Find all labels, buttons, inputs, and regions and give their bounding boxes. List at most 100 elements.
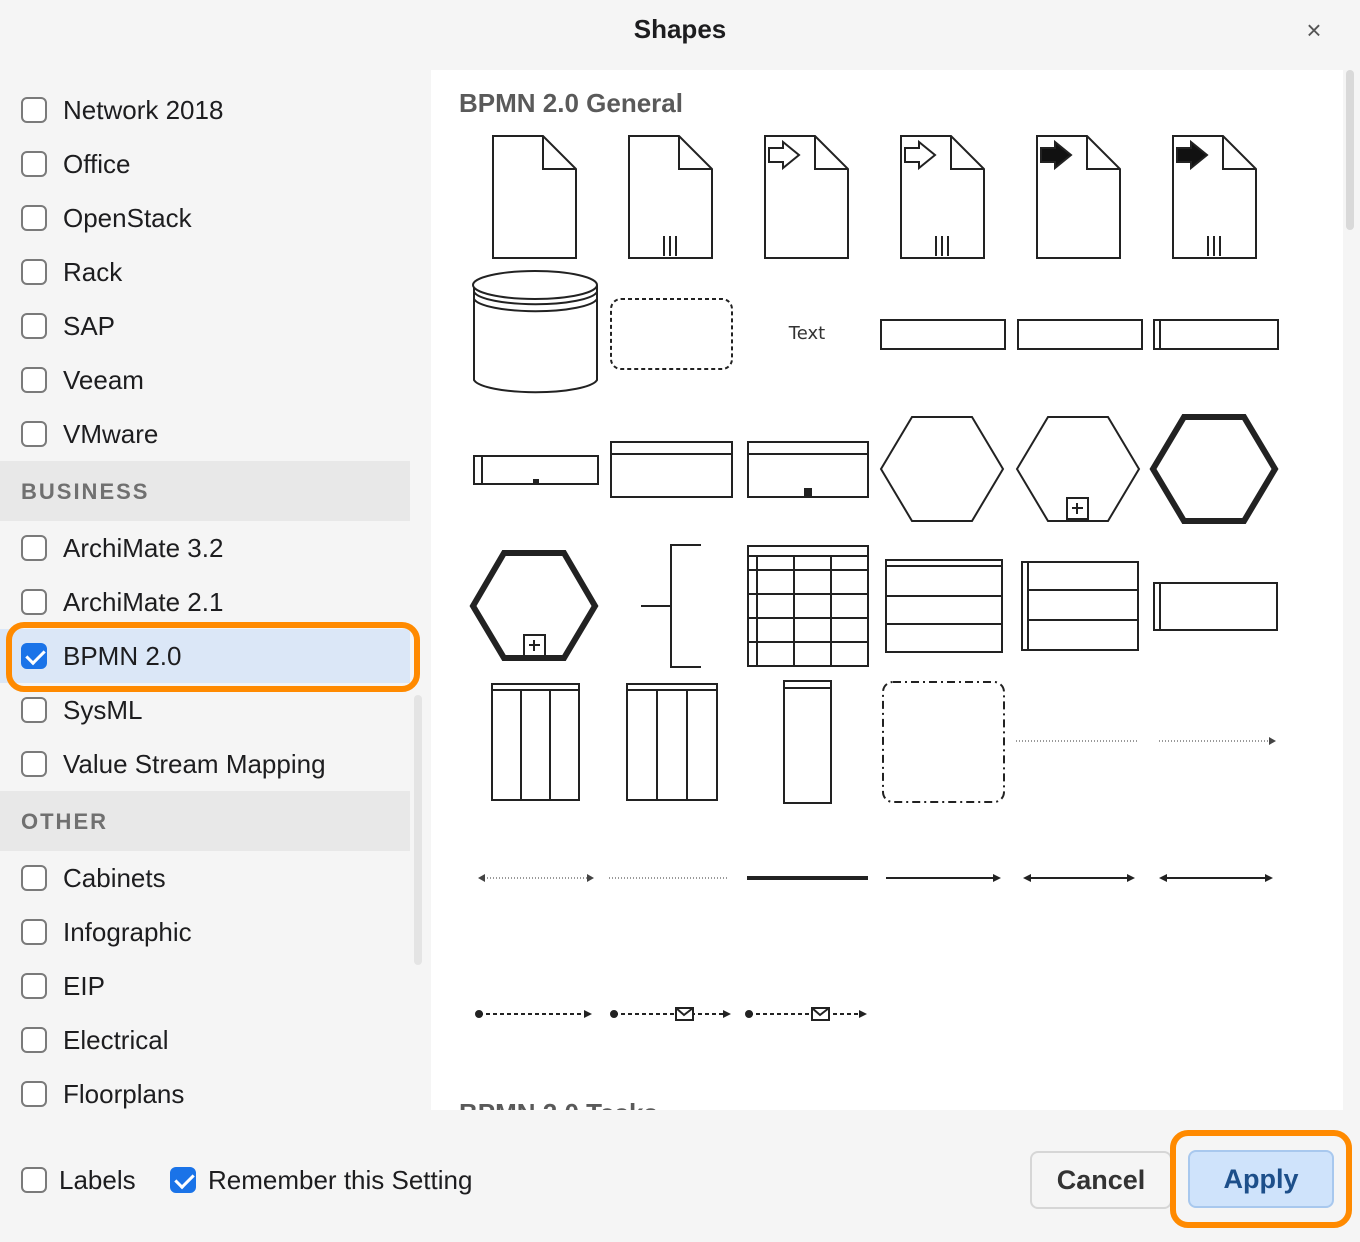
checkbox[interactable]	[21, 535, 47, 561]
library-item-veeam[interactable]: Veeam	[0, 353, 410, 407]
library-item-vmware[interactable]: VMware	[0, 407, 410, 461]
library-item-label: Veeam	[63, 364, 144, 395]
library-item-cabinets[interactable]: Cabinets	[0, 851, 410, 905]
call-conversation-shape	[1149, 414, 1279, 524]
horizontal-swimlanes-shape-2	[1021, 561, 1139, 651]
labels-checkbox-label: Labels	[59, 1165, 136, 1195]
lane-shape-2	[1017, 319, 1143, 350]
vertical-swimlanes-shape	[491, 683, 580, 801]
library-item-label: VMware	[63, 418, 159, 449]
library-item-label: Rack	[63, 256, 123, 287]
library-item-label: Network 2018	[63, 94, 224, 125]
library-item-infographic[interactable]: Infographic	[0, 905, 410, 959]
library-item-label: SAP	[63, 310, 116, 341]
library-item-archimate-2-1[interactable]: ArchiMate 2.1	[0, 575, 410, 629]
data-object-collection-shape	[628, 135, 713, 259]
data-input-shape	[764, 135, 849, 259]
message-flow-line	[475, 1010, 592, 1018]
shape-preview-panel: BPMN 2.0 General Text	[431, 70, 1343, 1110]
library-item-eip[interactable]: EIP	[0, 959, 410, 1013]
close-icon[interactable]: ×	[1302, 14, 1326, 46]
horizontal-swimlanes-shape	[885, 559, 1003, 653]
library-item-label: Floorplans	[63, 1078, 185, 1109]
sequence-flow-line	[886, 874, 1001, 882]
remember-setting-checkbox[interactable]	[170, 1167, 196, 1193]
lane-shape	[880, 319, 1006, 350]
library-item-label: BPMN 2.0	[63, 640, 182, 671]
vertical-swimlanes-shape-2	[626, 683, 718, 801]
bidirectional-association-line	[478, 874, 594, 882]
list-scrollbar[interactable]	[414, 695, 422, 965]
labels-checkbox[interactable]	[21, 1167, 47, 1193]
checkbox[interactable]	[21, 1027, 47, 1053]
library-item-sysml[interactable]: SysML	[0, 683, 410, 737]
data-input-collection-shape	[900, 135, 985, 259]
checkbox[interactable]	[21, 589, 47, 615]
cancel-button[interactable]: Cancel	[1030, 1151, 1172, 1209]
library-item-sap[interactable]: SAP	[0, 299, 410, 353]
library-item-bpmn-2-0[interactable]: BPMN 2.0	[0, 629, 410, 683]
checkbox[interactable]	[21, 259, 47, 285]
checkbox[interactable]	[21, 973, 47, 999]
library-item-openstack[interactable]: OpenStack	[0, 191, 410, 245]
library-item-label: EIP	[63, 970, 105, 1001]
sub-conversation-shape	[1015, 416, 1141, 522]
dialog-titlebar: Shapes ×	[0, 0, 1360, 70]
library-item-archimate-3-2[interactable]: ArchiMate 3.2	[0, 521, 410, 575]
library-item-label: OpenStack	[63, 202, 192, 233]
section-label: OTHER	[21, 809, 108, 834]
call-sub-conversation-shape	[469, 550, 599, 661]
checkbox[interactable]	[21, 697, 47, 723]
library-item-label: Value Stream Mapping	[63, 748, 326, 779]
library-item-network-2018[interactable]: Network 2018	[0, 83, 410, 137]
section-header-other: OTHER	[0, 791, 410, 851]
message-flow-with-envelope-line	[610, 1007, 731, 1021]
checkbox[interactable]	[21, 367, 47, 393]
checkbox[interactable]	[21, 151, 47, 177]
apply-button[interactable]: Apply	[1188, 1150, 1334, 1208]
library-item-label: Electrical	[63, 1024, 169, 1055]
data-output-collection-shape	[1172, 135, 1257, 259]
checkbox[interactable]	[21, 97, 47, 123]
collapsed-pool-multi-shape	[747, 441, 869, 498]
preview-next-section-title: BPMN 2.0 Tasks	[459, 1098, 658, 1110]
library-item-label: ArchiMate 2.1	[63, 586, 224, 617]
checkbox[interactable]	[21, 865, 47, 891]
checkbox[interactable]	[21, 1081, 47, 1107]
library-item-label: ArchiMate 3.2	[63, 532, 224, 563]
dashed-group-shape	[882, 681, 1005, 803]
library-item-label: Infographic	[63, 916, 192, 947]
library-item-electrical[interactable]: Electrical	[0, 1013, 410, 1067]
horizontal-pool-lane-shape	[1153, 582, 1278, 631]
message-flow-with-envelope-line-2	[745, 1007, 867, 1021]
checkbox[interactable]	[21, 919, 47, 945]
section-label: BUSINESS	[21, 479, 150, 504]
conversation-shape	[879, 416, 1005, 522]
group-shape	[610, 298, 733, 370]
library-item-label: Office	[63, 148, 131, 179]
data-store-shape	[472, 270, 598, 394]
dialog-title: Shapes	[633, 14, 727, 44]
data-output-shape	[1036, 135, 1121, 259]
swimlane-table-shape	[747, 545, 869, 667]
vertical-pool-shape	[783, 680, 832, 804]
library-item-rack[interactable]: Rack	[0, 245, 410, 299]
checkbox[interactable]	[21, 205, 47, 231]
section-header-business: BUSINESS	[0, 461, 410, 521]
library-item-office[interactable]: Office	[0, 137, 410, 191]
library-item-floorplans[interactable]: Floorplans	[0, 1067, 410, 1110]
preview-scrollbar[interactable]	[1346, 70, 1354, 230]
checkbox[interactable]	[21, 751, 47, 777]
dialog-footer: Labels Remember this Setting Cancel Appl…	[0, 1110, 1360, 1242]
library-item-label: SysML	[63, 694, 143, 725]
conditional-flow-line	[1023, 874, 1135, 882]
library-item-label: Cabinets	[63, 862, 166, 893]
pool-shape	[1153, 319, 1279, 350]
library-item-value-stream-mapping[interactable]: Value Stream Mapping	[0, 737, 410, 791]
horizontal-pool-shape	[473, 455, 599, 485]
annotation-bracket-shape	[641, 544, 701, 668]
checkbox[interactable]	[21, 313, 47, 339]
library-list: Network 2018 Office OpenStack Rack SAP V…	[0, 70, 430, 1110]
checkbox[interactable]	[21, 421, 47, 447]
checkbox[interactable]	[21, 643, 47, 669]
